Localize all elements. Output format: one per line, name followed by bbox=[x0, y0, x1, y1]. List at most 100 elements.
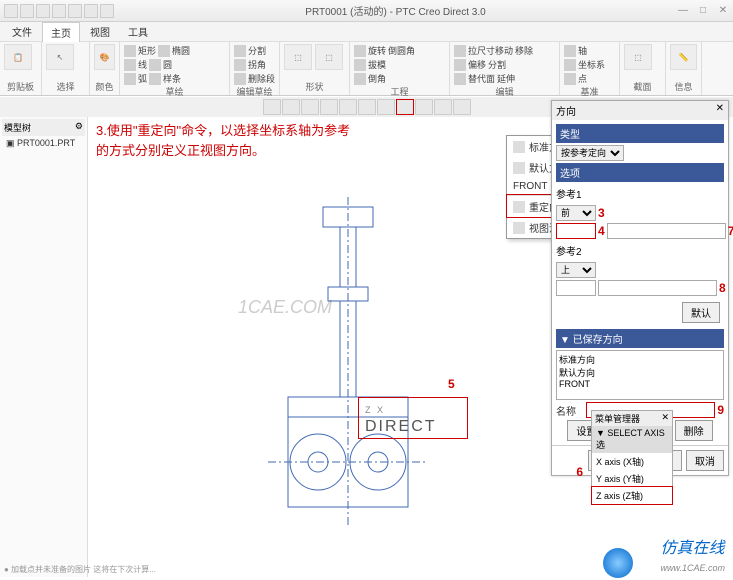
tree-settings-icon[interactable]: ⚙ bbox=[75, 121, 83, 134]
ref1-direction[interactable]: 前 bbox=[556, 205, 596, 221]
sel-z-axis[interactable]: Z axis (Z轴) bbox=[592, 487, 672, 504]
annotation-3: 3 bbox=[598, 206, 605, 220]
type-section: 类型 bbox=[556, 124, 724, 143]
cancel-button[interactable]: 取消 bbox=[686, 450, 724, 471]
select-button[interactable]: ↖ bbox=[46, 44, 74, 70]
sweep-button[interactable]: ⬚ bbox=[315, 44, 343, 70]
annotation-7: 7 bbox=[728, 224, 733, 238]
drawing-area: Z X DIRECT bbox=[228, 197, 468, 527]
qat-undo-icon[interactable] bbox=[52, 4, 66, 18]
tab-view[interactable]: 视图 bbox=[82, 22, 118, 41]
ref2-value[interactable] bbox=[598, 280, 717, 296]
delete-button[interactable]: 删除 bbox=[675, 420, 713, 441]
pan-icon[interactable] bbox=[339, 99, 357, 115]
group-shape: 形状 bbox=[284, 80, 345, 93]
tab-file[interactable]: 文件 bbox=[4, 22, 40, 41]
paste-button[interactable]: 📋 bbox=[4, 44, 32, 70]
selpanel-title: 菜单管理器✕ bbox=[592, 411, 672, 426]
instruction-text: 3.使用"重定向"命令，以选择坐标系轴为参考 的方式分别定义正视图方向。 bbox=[96, 121, 350, 160]
type-select[interactable]: 按参考定向 bbox=[556, 145, 624, 161]
chamfer-icon[interactable] bbox=[354, 73, 366, 85]
qat-close-icon[interactable] bbox=[100, 4, 114, 18]
display-style-icon[interactable] bbox=[415, 99, 433, 115]
draft-icon[interactable] bbox=[354, 59, 366, 71]
tab-home[interactable]: 主页 bbox=[42, 22, 80, 42]
reorient-icon bbox=[513, 201, 525, 213]
ref1-value[interactable] bbox=[607, 223, 726, 239]
default-button[interactable]: 默认 bbox=[682, 302, 720, 323]
circle-icon[interactable] bbox=[149, 59, 161, 71]
globe-icon bbox=[603, 548, 633, 578]
titlebar: PRT0001 (活动的) - PTC Creo Direct 3.0 — □ … bbox=[0, 0, 733, 22]
options-section: 选项 bbox=[556, 163, 724, 182]
selpanel-close-icon[interactable]: ✕ bbox=[661, 412, 669, 425]
revolve-icon[interactable] bbox=[354, 45, 366, 57]
qat-open-icon[interactable] bbox=[20, 4, 34, 18]
ribbon: 📋 剪贴板 ↖ 选择 🎨 颜色 矩形 椭圆 线 圆 弧 样条 草绘 分割 拐角 … bbox=[0, 42, 733, 96]
sel-y-axis[interactable]: Y axis (Y轴) bbox=[592, 470, 672, 487]
move-dim-icon[interactable] bbox=[454, 45, 466, 57]
measure-button[interactable]: 📏 bbox=[670, 44, 697, 70]
annotation-6: 6 bbox=[576, 465, 583, 479]
minimize-button[interactable]: — bbox=[677, 5, 689, 16]
csys-icon[interactable] bbox=[564, 59, 576, 71]
ref2-label: 参考2 bbox=[556, 241, 724, 260]
offset-icon[interactable] bbox=[454, 59, 466, 71]
extrude-button[interactable]: ⬚ bbox=[284, 44, 312, 70]
window-title: PRT0001 (活动的) - PTC Creo Direct 3.0 bbox=[114, 3, 677, 18]
ref1-pick[interactable] bbox=[556, 223, 596, 239]
group-info: 信息 bbox=[670, 80, 697, 93]
annotation-icon[interactable] bbox=[453, 99, 471, 115]
qat-save-icon[interactable] bbox=[36, 4, 50, 18]
ref1-label: 参考1 bbox=[556, 184, 724, 203]
arc-icon[interactable] bbox=[124, 73, 136, 85]
annotation-4: 4 bbox=[598, 224, 605, 238]
spline-icon[interactable] bbox=[149, 73, 161, 85]
annotation-9: 9 bbox=[717, 403, 724, 417]
tab-tools[interactable]: 工具 bbox=[120, 22, 156, 41]
zoom-fit-icon[interactable] bbox=[301, 99, 319, 115]
sel-x-axis[interactable]: X axis (X轴) bbox=[592, 453, 672, 470]
window-controls: — □ ✕ bbox=[677, 5, 729, 16]
axis-icon[interactable] bbox=[564, 45, 576, 57]
brand-logo: 仿真在线 www.1CAE.com bbox=[660, 534, 725, 576]
qat-refresh-icon[interactable] bbox=[84, 4, 98, 18]
replace-icon[interactable] bbox=[454, 73, 466, 85]
rotate-icon[interactable] bbox=[358, 99, 376, 115]
zoom-out-icon[interactable] bbox=[282, 99, 300, 115]
line-icon[interactable] bbox=[124, 59, 136, 71]
datum-display-icon[interactable] bbox=[434, 99, 452, 115]
prev-view-icon[interactable] bbox=[377, 99, 395, 115]
maximize-button[interactable]: □ bbox=[697, 5, 709, 16]
annotation-8: 8 bbox=[719, 281, 726, 295]
ellipse-icon[interactable] bbox=[158, 45, 170, 57]
delete-seg-icon[interactable] bbox=[234, 73, 246, 85]
corner-icon[interactable] bbox=[234, 59, 246, 71]
group-edit-sketch: 编辑草绘 bbox=[234, 85, 275, 98]
group-sketch: 草绘 bbox=[124, 85, 225, 98]
ref2-direction[interactable]: 上 bbox=[556, 262, 596, 278]
group-select: 选择 bbox=[46, 80, 85, 93]
point-icon[interactable] bbox=[564, 73, 576, 85]
panel-close-icon[interactable]: ✕ bbox=[716, 103, 724, 118]
saved-views-icon[interactable] bbox=[396, 99, 414, 115]
plane-button[interactable]: ⬚ bbox=[624, 44, 652, 70]
group-edit: 编辑 bbox=[454, 85, 555, 98]
status-bar: ● 加载点并未准备的图片 这将在下次计算... bbox=[0, 564, 156, 580]
zoom-window-icon[interactable] bbox=[320, 99, 338, 115]
saved-views-list[interactable]: 标准方向 默认方向 FRONT bbox=[556, 350, 724, 400]
group-datum: 基准 bbox=[564, 85, 615, 98]
drawing-label: Z X DIRECT bbox=[358, 397, 468, 439]
ref2-pick[interactable] bbox=[556, 280, 596, 296]
close-button[interactable]: ✕ bbox=[717, 5, 729, 16]
tree-item[interactable]: ▣ PRT0001.PRT bbox=[2, 136, 85, 151]
group-color: 颜色 bbox=[94, 80, 115, 93]
rect-icon[interactable] bbox=[124, 45, 136, 57]
saved-section[interactable]: ▼ 已保存方向 bbox=[556, 329, 724, 348]
split-icon[interactable] bbox=[234, 45, 246, 57]
qat-redo-icon[interactable] bbox=[68, 4, 82, 18]
qat-new-icon[interactable] bbox=[4, 4, 18, 18]
zoom-in-icon[interactable] bbox=[263, 99, 281, 115]
model-tree: 模型树⚙ ▣ PRT0001.PRT bbox=[0, 117, 88, 577]
color-button[interactable]: 🎨 bbox=[94, 44, 115, 70]
